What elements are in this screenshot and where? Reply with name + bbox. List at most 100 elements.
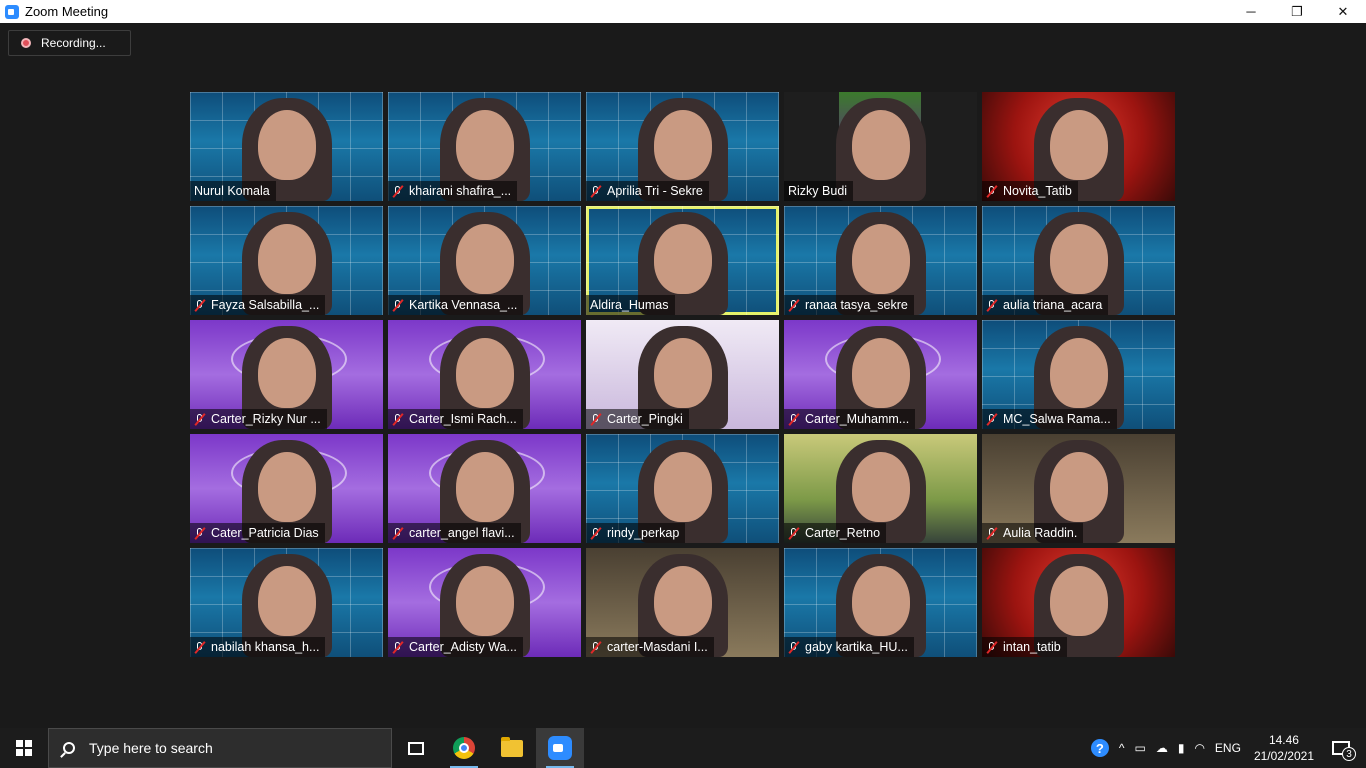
participant-face [653, 110, 712, 180]
taskbar-search[interactable]: Type here to search [48, 728, 392, 768]
participant-video-tile[interactable]: Nurul Komala [190, 92, 383, 201]
mic-muted-icon [788, 299, 799, 312]
mic-muted-icon [392, 413, 403, 426]
language-indicator[interactable]: ENG [1210, 728, 1246, 768]
gallery-view: Nurul Komala khairani shafira_... Aprilia … [190, 92, 1175, 657]
participant-nameplate: Rizky Budi [784, 181, 854, 201]
mic-muted-icon [986, 641, 997, 654]
participant-name: Aldira_Humas [590, 298, 669, 312]
clock[interactable]: 14.46 21/02/2021 [1246, 728, 1322, 768]
participant-video-tile[interactable]: Carter_Pingki [586, 320, 779, 429]
close-button[interactable]: ✕ [1320, 0, 1366, 23]
notifications-button[interactable]: 3 [1322, 728, 1366, 768]
file-explorer-button[interactable] [488, 728, 536, 768]
search-icon [63, 742, 75, 754]
participant-face [455, 338, 514, 408]
participant-face [653, 452, 712, 522]
chrome-button[interactable] [440, 728, 488, 768]
participant-nameplate: Cater_Patricia Dias [190, 523, 325, 543]
mic-muted-icon [590, 527, 601, 540]
participant-video-tile[interactable]: Carter_Muhamm... [784, 320, 977, 429]
clock-time: 14.46 [1268, 733, 1299, 747]
help-button[interactable]: ? [1086, 728, 1114, 768]
participant-face [1049, 110, 1108, 180]
mic-muted-icon [590, 413, 601, 426]
notification-icon: 3 [1332, 741, 1356, 761]
participant-video-tile[interactable]: Kartika Vennasa_... [388, 206, 581, 315]
window-title: Zoom Meeting [25, 4, 109, 19]
mic-muted-icon [788, 413, 799, 426]
participant-video-tile[interactable]: Carter_Adisty Wa... [388, 548, 581, 657]
participant-nameplate: Carter_Pingki [586, 409, 689, 429]
zoom-taskbar-button[interactable] [536, 728, 584, 768]
participant-name: Aprilia Tri - Sekre [607, 184, 703, 198]
chrome-icon [453, 737, 475, 759]
participant-video-tile[interactable]: Carter_Rizky Nur ... [190, 320, 383, 429]
participant-face [455, 110, 514, 180]
mic-muted-icon [194, 641, 205, 654]
show-hidden-icons-button[interactable]: ^ [1114, 728, 1130, 768]
mic-muted-icon [194, 299, 205, 312]
participant-video-tile[interactable]: carter_angel flavi... [388, 434, 581, 543]
participant-video-tile[interactable]: aulia triana_acara [982, 206, 1175, 315]
task-view-icon [408, 741, 424, 755]
record-icon [21, 38, 31, 48]
participant-nameplate: carter-Masdani I... [586, 637, 714, 657]
minimize-button[interactable]: ─ [1228, 0, 1274, 23]
participant-video-tile[interactable]: MC_Salwa Rama... [982, 320, 1175, 429]
mic-muted-icon [392, 185, 403, 198]
participant-face [455, 566, 514, 636]
mic-muted-icon [392, 641, 403, 654]
wifi-icon[interactable]: ◠ [1189, 728, 1209, 768]
participant-video-tile[interactable]: Novita_Tatib [982, 92, 1175, 201]
file-explorer-icon [501, 736, 523, 757]
mic-muted-icon [194, 413, 205, 426]
participant-video-tile[interactable]: nabilah khansa_h... [190, 548, 383, 657]
participant-face [257, 338, 316, 408]
participant-video-tile[interactable]: Fayza Salsabilla_... [190, 206, 383, 315]
participant-face [257, 452, 316, 522]
participant-video-tile[interactable]: gaby kartika_HU... [784, 548, 977, 657]
participant-video-tile[interactable]: Rizky Budi [784, 92, 977, 201]
participant-video-tile[interactable]: carter-Masdani I... [586, 548, 779, 657]
participant-name: carter-Masdani I... [607, 640, 708, 654]
restore-button[interactable]: ❐ [1274, 0, 1320, 23]
participant-video-tile[interactable]: ranaa tasya_sekre [784, 206, 977, 315]
notification-count: 3 [1342, 747, 1356, 761]
participant-name: Cater_Patricia Dias [211, 526, 319, 540]
participant-name: khairani shafira_... [409, 184, 512, 198]
participant-nameplate: Aldira_Humas [586, 295, 675, 315]
participant-name: nabilah khansa_h... [211, 640, 320, 654]
onedrive-icon[interactable]: ☁ [1151, 728, 1173, 768]
participant-nameplate: Fayza Salsabilla_... [190, 295, 326, 315]
participant-video-tile[interactable]: rindy_perkap [586, 434, 779, 543]
start-button[interactable] [0, 728, 48, 768]
participant-nameplate: nabilah khansa_h... [190, 637, 326, 657]
participant-name: MC_Salwa Rama... [1003, 412, 1111, 426]
recording-indicator[interactable]: Recording... [8, 30, 131, 56]
participant-video-tile[interactable]: intan_tatib [982, 548, 1175, 657]
participant-nameplate: rindy_perkap [586, 523, 686, 543]
participant-name: Carter_Retno [805, 526, 881, 540]
participant-video-tile[interactable]: Aldira_Humas [586, 206, 779, 315]
search-placeholder: Type here to search [89, 740, 213, 756]
mic-muted-icon [392, 527, 403, 540]
participant-nameplate: Aprilia Tri - Sekre [586, 181, 709, 201]
participant-video-tile[interactable]: Cater_Patricia Dias [190, 434, 383, 543]
participant-face [653, 338, 712, 408]
participant-video-tile[interactable]: Carter_Ismi Rach... [388, 320, 581, 429]
mic-muted-icon [788, 641, 799, 654]
participant-video-tile[interactable]: Aprilia Tri - Sekre [586, 92, 779, 201]
mic-muted-icon [590, 641, 601, 654]
participant-nameplate: Kartika Vennasa_... [388, 295, 524, 315]
participant-face [455, 224, 514, 294]
meet-now-icon[interactable]: ▭ [1129, 728, 1150, 768]
participant-face [851, 224, 910, 294]
participant-face [1049, 566, 1108, 636]
mic-muted-icon [986, 299, 997, 312]
participant-video-tile[interactable]: Aulia Raddin. [982, 434, 1175, 543]
participant-video-tile[interactable]: Carter_Retno [784, 434, 977, 543]
participant-video-tile[interactable]: khairani shafira_... [388, 92, 581, 201]
battery-icon[interactable]: ▮ [1173, 728, 1190, 768]
task-view-button[interactable] [392, 728, 440, 768]
